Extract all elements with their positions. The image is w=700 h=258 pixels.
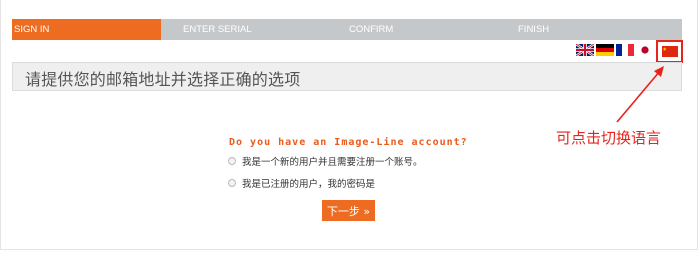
japan-flag-icon[interactable]	[636, 44, 654, 56]
option-new-user-label: 我是一个新的用户并且需要注册一个账号。	[242, 157, 423, 168]
language-selector	[576, 44, 654, 56]
step-enter-serial: ENTER SERIAL	[183, 24, 252, 35]
step-finish: FINISH	[518, 24, 550, 35]
china-flag-icon[interactable]	[662, 46, 678, 57]
option-registered-user-label: 我是已注册的用户，我的密码是	[242, 179, 376, 190]
germany-flag-icon[interactable]	[596, 44, 614, 56]
radio-new-user[interactable]	[228, 157, 236, 165]
next-button[interactable]: 下一步 »	[322, 200, 375, 221]
step-confirm: CONFIRM	[349, 24, 394, 35]
radio-registered-user[interactable]	[228, 179, 236, 187]
selected-language-highlight	[656, 40, 683, 63]
option-registered-user[interactable]: 我是已注册的用户，我的密码是	[228, 176, 375, 190]
step-sign-in: SIGN IN	[12, 19, 161, 40]
step-progress-bar: SIGN IN ENTER SERIAL CONFIRM FINISH	[12, 19, 682, 40]
uk-flag-icon[interactable]	[576, 44, 594, 56]
france-flag-icon[interactable]	[616, 44, 634, 56]
option-new-user[interactable]: 我是一个新的用户并且需要注册一个账号。	[228, 154, 423, 168]
account-question: Do you have an Image-Line account?	[229, 137, 468, 148]
instruction-bar: 请提供您的邮箱地址并选择正确的选项	[12, 62, 682, 91]
instruction-text: 请提供您的邮箱地址并选择正确的选项	[25, 70, 301, 89]
annotation-text: 可点击切换语言	[556, 129, 662, 147]
